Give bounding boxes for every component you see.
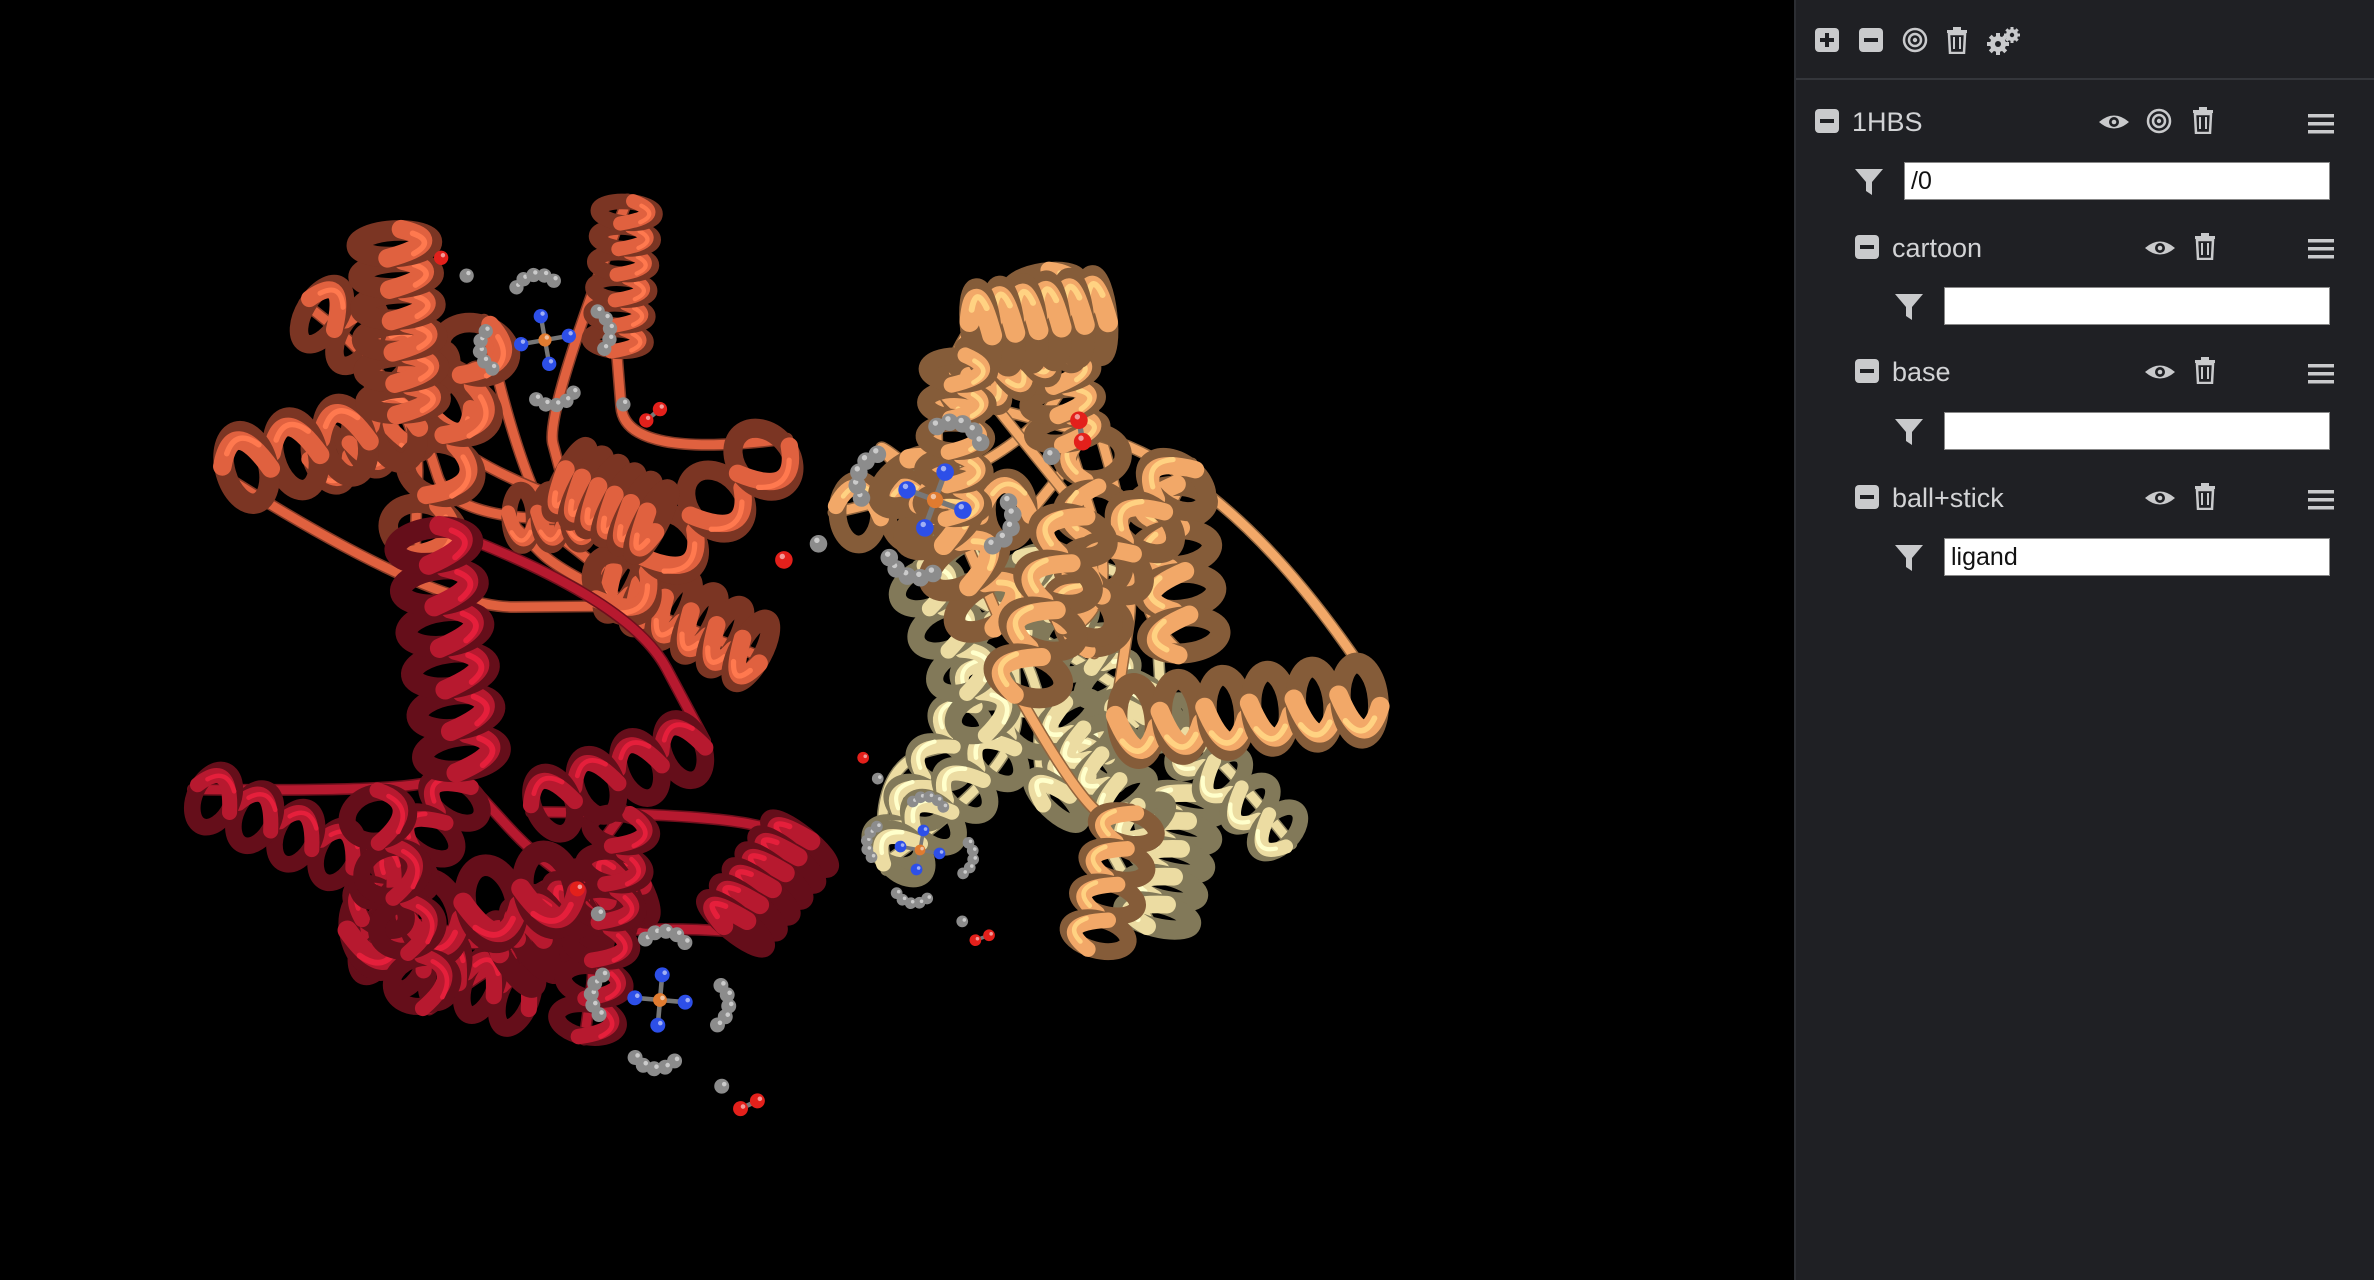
component-filter-input[interactable] <box>1904 162 2330 200</box>
molecule-canvas[interactable] <box>0 0 1794 1280</box>
representation-menu-icon[interactable] <box>2308 489 2334 511</box>
collapse-all-icon[interactable] <box>1858 27 1884 53</box>
center-icon[interactable] <box>1902 27 1928 53</box>
representation-filter-input[interactable] <box>1944 287 2330 325</box>
representation-name: ball+stick <box>1892 483 2004 513</box>
representation-name: cartoon <box>1892 233 1983 263</box>
chain-a-ribbon <box>213 193 804 693</box>
visibility-eye-icon[interactable] <box>2144 361 2176 383</box>
visibility-eye-icon[interactable] <box>2144 487 2176 509</box>
delete-component-icon[interactable] <box>2191 106 2215 134</box>
center-component-icon[interactable] <box>2146 108 2172 134</box>
filter-icon <box>1855 169 1883 195</box>
delete-all-icon[interactable] <box>1945 26 1969 54</box>
collapse-representation-icon[interactable] <box>1855 359 1879 383</box>
representation-menu-icon[interactable] <box>2308 238 2334 260</box>
collapse-component-icon[interactable] <box>1815 109 1839 133</box>
settings-icon[interactable] <box>1986 26 2020 56</box>
filter-icon <box>1895 419 1923 445</box>
delete-representation-icon[interactable] <box>2193 356 2217 384</box>
component-name: 1HBS <box>1852 107 1923 137</box>
collapse-representation-icon[interactable] <box>1855 485 1879 509</box>
representation-menu-icon[interactable] <box>2308 363 2334 385</box>
add-component-icon[interactable] <box>1814 27 1840 53</box>
delete-representation-icon[interactable] <box>2193 232 2217 260</box>
delete-representation-icon[interactable] <box>2193 482 2217 510</box>
molecule-viewport[interactable] <box>0 0 1794 1280</box>
filter-icon <box>1895 294 1923 320</box>
component-menu-icon[interactable] <box>2308 113 2334 135</box>
visibility-eye-icon[interactable] <box>2144 237 2176 259</box>
component-panel: 1HBS cartoon <box>1794 0 2374 1280</box>
filter-icon <box>1895 545 1923 571</box>
representation-name: base <box>1892 357 1951 387</box>
visibility-eye-icon[interactable] <box>2098 111 2130 133</box>
representation-filter-input[interactable] <box>1944 538 2330 576</box>
representation-filter-input[interactable] <box>1944 412 2330 450</box>
panel-toolbar <box>1796 0 2374 80</box>
collapse-representation-icon[interactable] <box>1855 235 1879 259</box>
